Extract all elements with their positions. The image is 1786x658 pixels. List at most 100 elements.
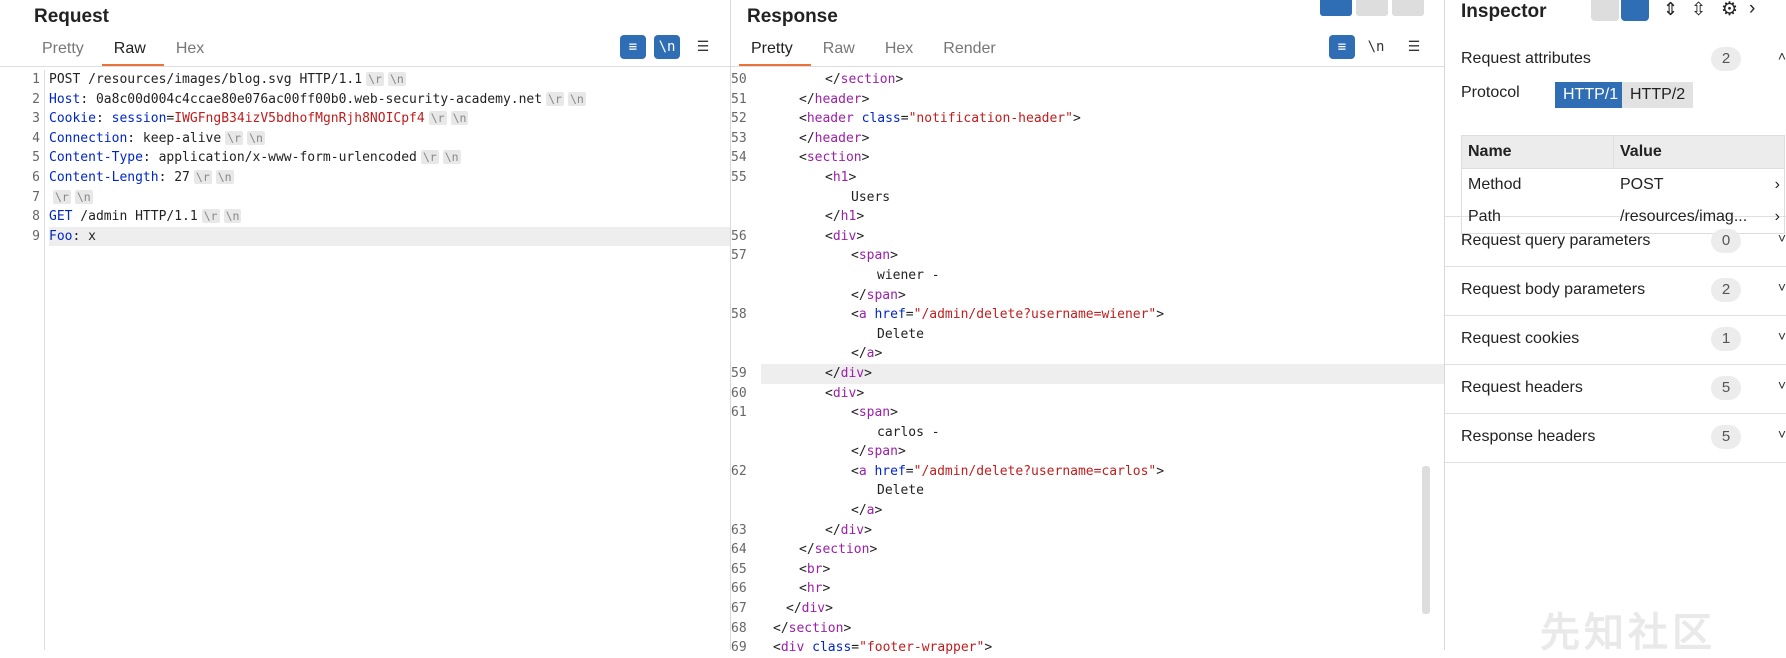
line-number: 66 xyxy=(731,581,747,597)
expand-icon[interactable]: ⇕ xyxy=(1663,0,1678,20)
line-text: </header> xyxy=(799,130,870,146)
response-scrollbar[interactable] xyxy=(1422,466,1430,614)
response-headers-section[interactable]: Response headers 5 ˅ xyxy=(1445,414,1786,463)
code-line[interactable]: Users xyxy=(761,188,1444,208)
line-number: 3 xyxy=(32,111,40,127)
line-number: 1 xyxy=(32,72,40,87)
request-panel: Request Pretty Raw Hex ≡ \n ☰ 1 POST /res… xyxy=(0,0,731,650)
crlf-marker: \r xyxy=(225,130,244,145)
code-line[interactable]: 67 </div> xyxy=(731,599,1444,619)
code-line[interactable]: </a> xyxy=(761,501,1444,521)
line-number: 2 xyxy=(32,91,40,107)
line-text: </a> xyxy=(851,346,883,362)
protocol-http2-button[interactable]: HTTP/2 xyxy=(1622,82,1694,108)
chevron-down-icon[interactable]: ˅ xyxy=(1778,426,1786,442)
code-line[interactable]: 55 <h1> xyxy=(731,168,1444,188)
tab-hex[interactable]: Hex xyxy=(164,38,222,67)
tab-pretty[interactable]: Pretty xyxy=(739,38,811,67)
request-menu-button[interactable]: ☰ xyxy=(690,35,716,59)
code-line[interactable]: 59 </div> xyxy=(731,363,1444,384)
chevron-down-icon[interactable]: ˅ xyxy=(1778,377,1786,393)
code-line[interactable]: </a> xyxy=(761,344,1444,364)
code-line[interactable]: </h1> xyxy=(761,207,1444,227)
response-menu-button[interactable]: ☰ xyxy=(1401,35,1427,59)
code-line[interactable]: 8 GET /admin HTTP/1.1 \r \n xyxy=(32,207,730,227)
code-line[interactable]: 53 </header> xyxy=(731,129,1444,149)
code-line[interactable]: 69 <div class="footer-wrapper"> xyxy=(731,638,1444,658)
code-line[interactable]: 68 </section> xyxy=(731,619,1444,639)
gear-icon[interactable]: ⚙ xyxy=(1721,0,1738,21)
line-text: <div class="footer-wrapper"> xyxy=(773,640,993,656)
count-badge: 1 xyxy=(1711,327,1741,351)
chevron-right-icon[interactable]: › xyxy=(1775,176,1784,194)
tab-render[interactable]: Render xyxy=(931,38,1013,67)
code-line[interactable]: 4 Connection: keep-alive \r \n xyxy=(32,129,730,149)
code-line[interactable]: 9 Foo: x xyxy=(32,226,730,247)
response-editor[interactable]: 50 </section> 51 </header> 52 <header class="… xyxy=(731,68,1444,655)
request-headers-section[interactable]: Request headers 5 ˅ xyxy=(1445,365,1786,414)
wrap-lines-button[interactable]: ≡ xyxy=(620,35,646,59)
code-line[interactable]: </span> xyxy=(761,442,1444,462)
code-line[interactable]: wiener - xyxy=(761,266,1444,286)
code-line[interactable]: 57 <span> xyxy=(731,246,1444,266)
line-text: Users xyxy=(851,189,891,205)
close-icon[interactable]: › xyxy=(1749,0,1755,20)
wrap-lines-button[interactable]: ≡ xyxy=(1329,35,1355,59)
crlf-marker: \r xyxy=(193,169,212,184)
show-newlines-button[interactable]: \n xyxy=(654,35,680,59)
crlf-marker: \r xyxy=(201,209,220,224)
code-line[interactable]: 62 <a href="/admin/delete?username=carlos… xyxy=(731,462,1444,482)
line-number: 50 xyxy=(731,72,747,87)
code-line[interactable]: 50 </section> xyxy=(731,70,1444,90)
code-line[interactable]: 1 POST /resources/images/blog.svg HTTP/1.… xyxy=(32,70,730,90)
code-line[interactable]: 7 \r \n xyxy=(32,188,730,208)
collapse-icon[interactable]: ⇳ xyxy=(1691,0,1706,20)
code-line[interactable]: 54 <section> xyxy=(731,148,1444,168)
section-label[interactable]: Request attributes xyxy=(1461,50,1591,68)
line-text: Delete xyxy=(877,326,924,342)
code-line[interactable]: Delete xyxy=(761,481,1444,501)
chevron-down-icon[interactable]: ˅ xyxy=(1778,279,1786,295)
cookies-section[interactable]: Request cookies 1 ˅ xyxy=(1445,316,1786,365)
body-params-section[interactable]: Request body parameters 2 ˅ xyxy=(1445,267,1786,316)
code-line[interactable]: 64 </section> xyxy=(731,540,1444,560)
query-params-section[interactable]: Request query parameters 0 ˅ xyxy=(1445,218,1786,267)
tab-raw[interactable]: Raw xyxy=(811,38,873,67)
table-row[interactable]: Method POST › xyxy=(1462,169,1784,201)
tab-hex[interactable]: Hex xyxy=(873,38,931,67)
tab-raw[interactable]: Raw xyxy=(101,38,164,67)
code-line[interactable]: Delete xyxy=(761,325,1444,345)
code-line[interactable]: 51 </header> xyxy=(731,90,1444,110)
code-line[interactable]: 2 Host: 0a8c00d004c4ccae80e076ac00ff00b0.… xyxy=(32,90,730,110)
code-line[interactable]: 6 Content-Length: 27 \r \n xyxy=(32,168,730,188)
code-line[interactable]: 5 Content-Type: application/x-www-form-ur… xyxy=(32,148,730,168)
count-badge: 2 xyxy=(1711,47,1741,71)
code-line[interactable]: 3 Cookie: session=IWGFngB34izV5bdhofMgnRj… xyxy=(32,109,730,129)
chevron-down-icon[interactable]: ˅ xyxy=(1778,328,1786,344)
code-line[interactable]: 60 <div> xyxy=(731,384,1444,404)
inspector-layout-left-button[interactable] xyxy=(1591,0,1619,21)
code-line[interactable]: 66 <hr> xyxy=(731,579,1444,599)
code-line[interactable]: carlos - xyxy=(761,423,1444,443)
code-line[interactable]: 58 <a href="/admin/delete?username=wiener… xyxy=(731,305,1444,325)
line-number: 65 xyxy=(731,561,747,577)
line-text: </span> xyxy=(851,287,906,303)
code-line[interactable]: </span> xyxy=(761,286,1444,306)
section-label: Request body parameters xyxy=(1461,281,1646,298)
inspector-layout-right-button[interactable] xyxy=(1621,0,1649,21)
code-line[interactable]: 61 <span> xyxy=(731,403,1444,423)
hamburger-icon: ☰ xyxy=(1407,39,1421,55)
code-line[interactable]: 63 </div> xyxy=(731,521,1444,541)
request-editor[interactable]: 1 POST /resources/images/blog.svg HTTP/1.… xyxy=(0,68,730,650)
line-text: </section> xyxy=(799,542,878,558)
protocol-http1-button[interactable]: HTTP/1 xyxy=(1555,82,1627,108)
show-newlines-button[interactable]: \n xyxy=(1363,35,1389,59)
chevron-up-icon[interactable]: ˄ xyxy=(1778,48,1786,64)
tab-pretty[interactable]: Pretty xyxy=(30,38,102,67)
chevron-down-icon[interactable]: ˅ xyxy=(1778,230,1786,246)
code-line[interactable]: 56 <div> xyxy=(731,227,1444,247)
code-line[interactable]: 65 <br> xyxy=(731,560,1444,580)
line-text: Foo: x xyxy=(49,228,96,244)
row-value: POST xyxy=(1620,176,1664,193)
code-line[interactable]: 52 <header class="notification-header"> xyxy=(731,109,1444,129)
